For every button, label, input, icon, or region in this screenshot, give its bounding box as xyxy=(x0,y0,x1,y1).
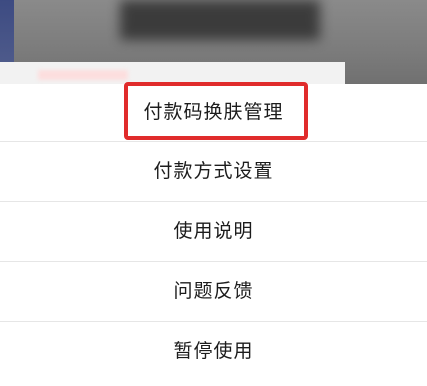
menu-item-feedback[interactable]: 问题反馈 xyxy=(0,262,427,322)
menu-item-pause-use[interactable]: 暂停使用 xyxy=(0,322,427,381)
action-sheet: 付款码换肤管理 付款方式设置 使用说明 问题反馈 暂停使用 xyxy=(0,84,427,386)
background-blurred-content xyxy=(120,0,320,40)
menu-item-instructions[interactable]: 使用说明 xyxy=(0,202,427,262)
menu-item-payment-settings[interactable]: 付款方式设置 xyxy=(0,142,427,202)
background-blurred-accent xyxy=(38,70,128,80)
dimmed-background[interactable] xyxy=(0,0,427,88)
action-sheet-menu: 付款码换肤管理 付款方式设置 使用说明 问题反馈 暂停使用 xyxy=(0,84,427,381)
menu-item-skin-management[interactable]: 付款码换肤管理 xyxy=(0,84,427,142)
